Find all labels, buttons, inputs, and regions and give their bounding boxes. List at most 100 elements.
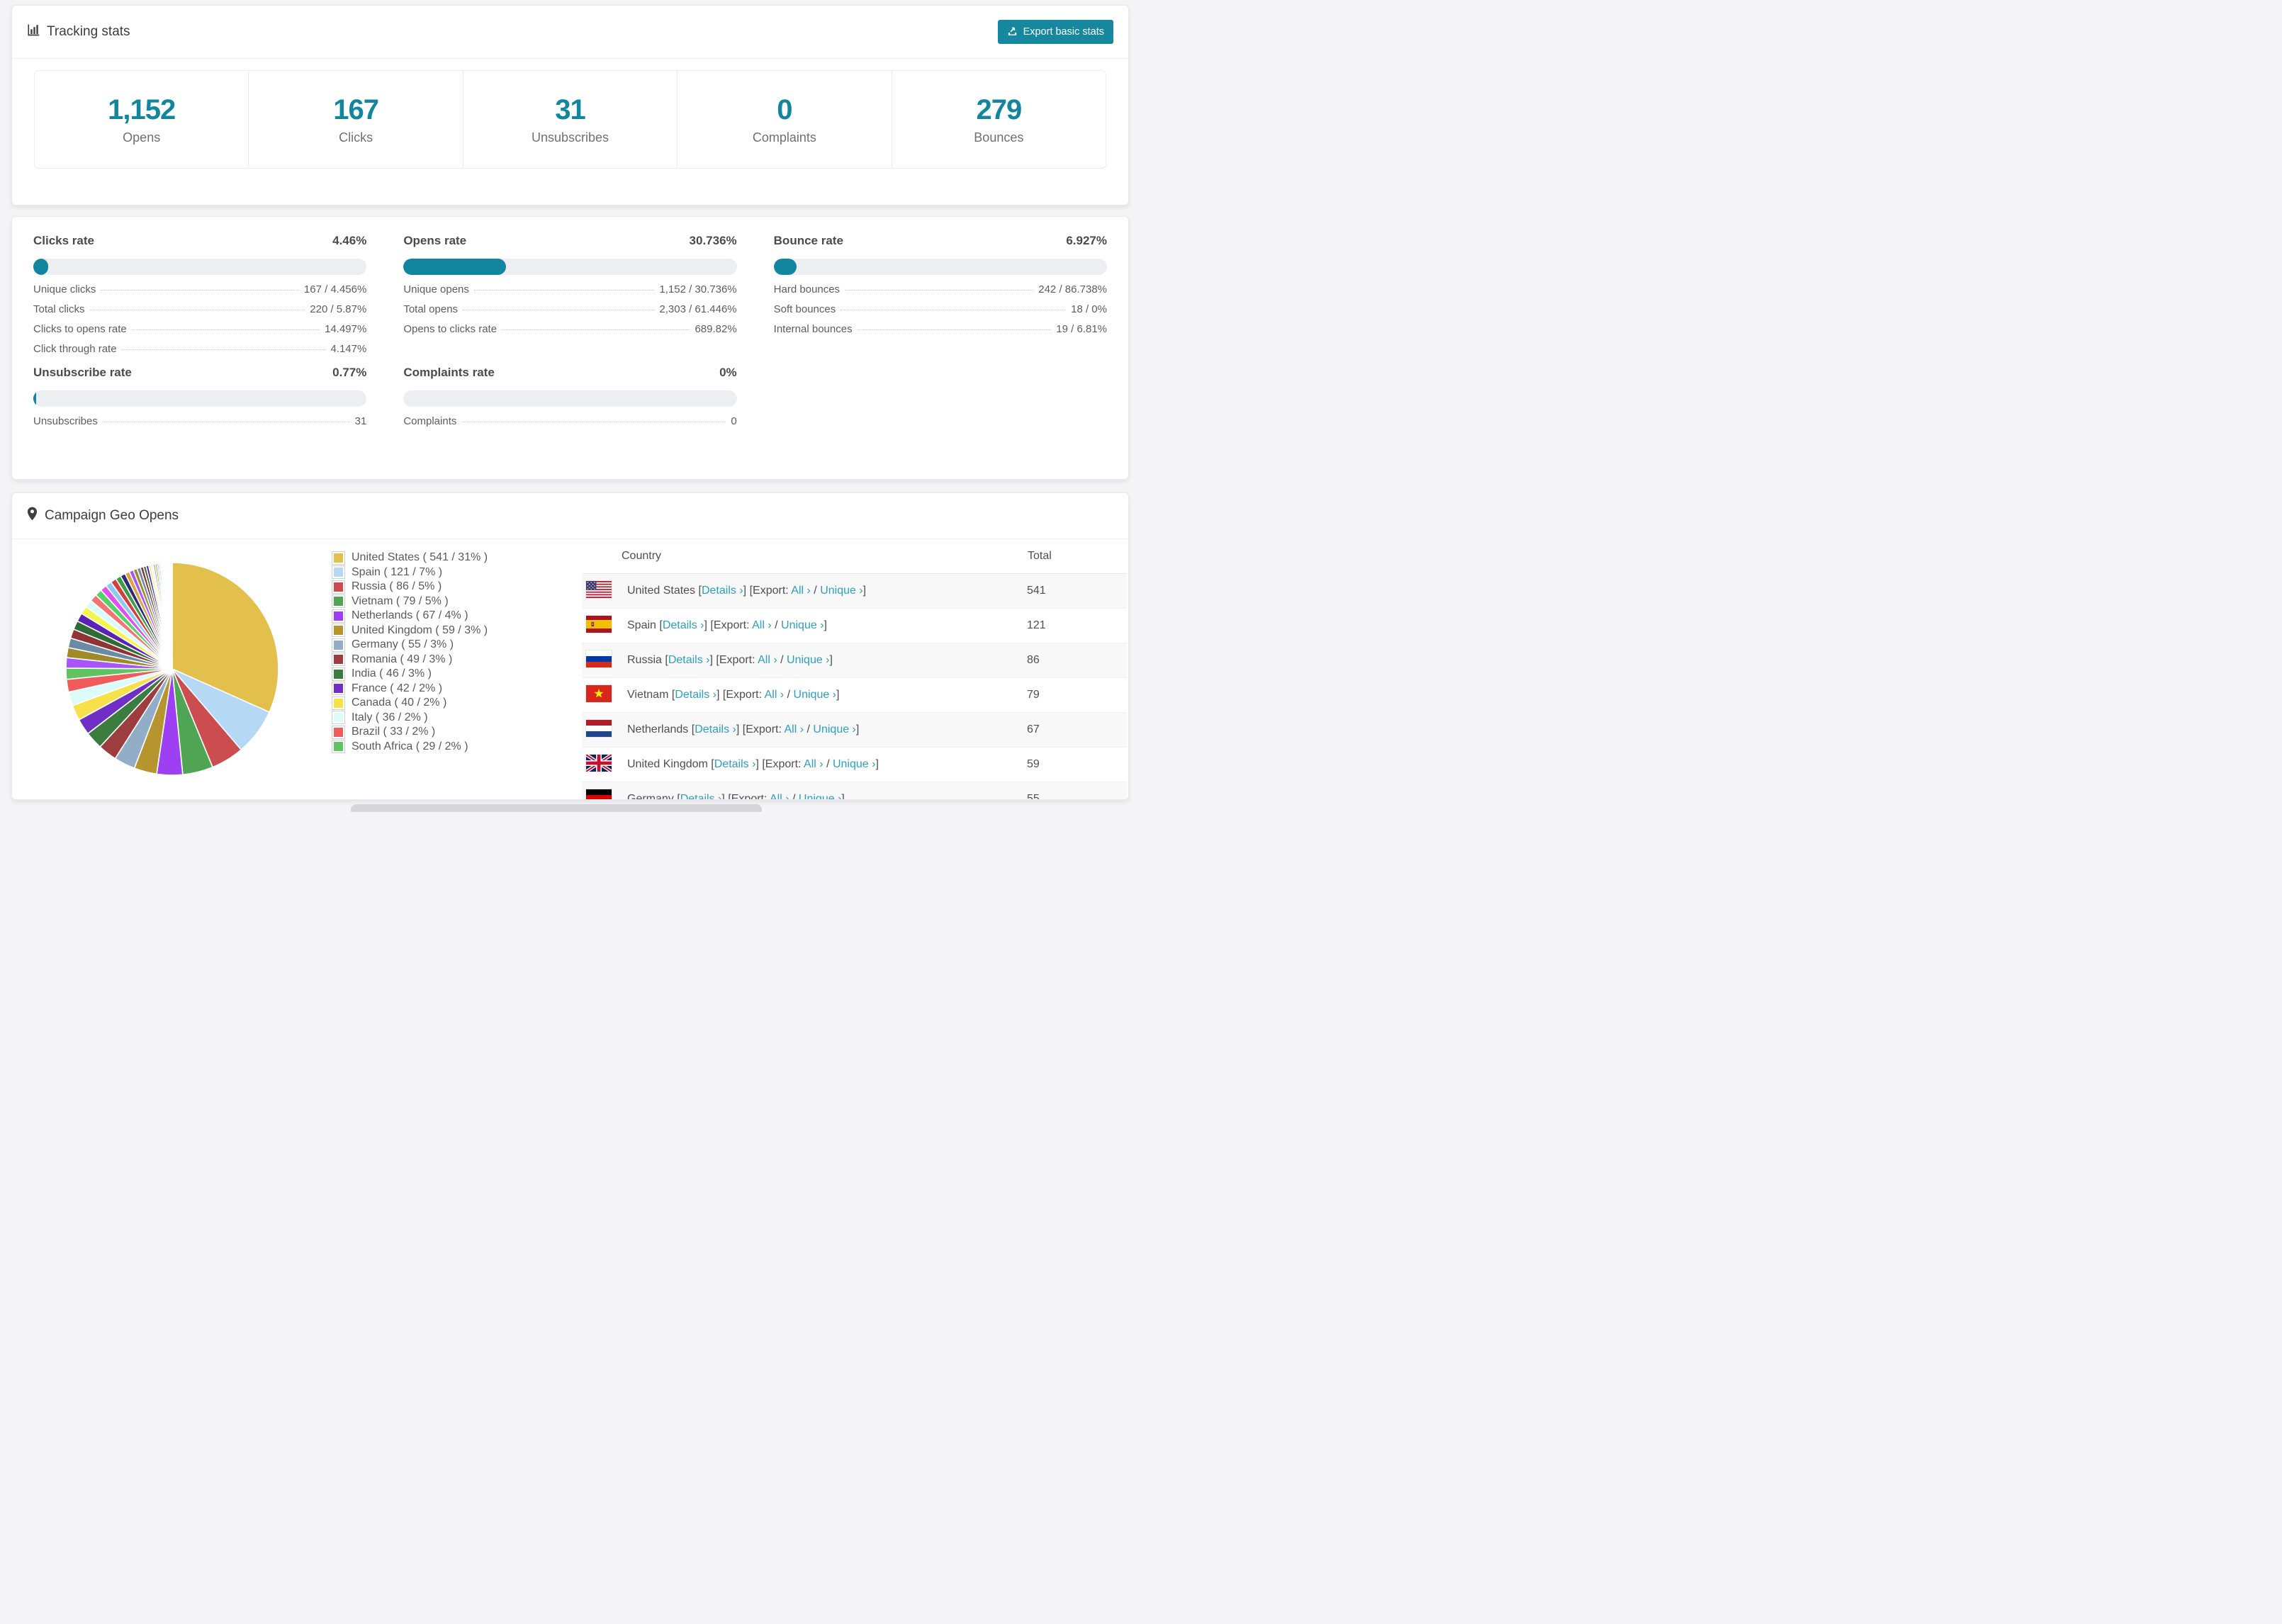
stat-row-value: 18 / 0%: [1071, 303, 1107, 315]
legend-swatch: [332, 696, 345, 710]
country-flag-icon: [586, 719, 612, 737]
rate-value: 0%: [719, 366, 737, 379]
stat-row-label: Total opens: [403, 303, 459, 315]
stat-box: 167 Clicks: [249, 71, 463, 168]
geo-pie-chart[interactable]: [58, 555, 286, 783]
details-link[interactable]: Details ›: [663, 619, 704, 631]
bracket: ]: [721, 793, 725, 800]
export-unique-link[interactable]: Unique ›: [787, 654, 829, 666]
export-unique-link[interactable]: Unique ›: [799, 793, 841, 799]
export-all-link[interactable]: All ›: [804, 758, 824, 770]
legend-label: Brazil ( 33 / 2% ): [352, 726, 436, 738]
stat-row: Total opens 2,303 / 61.446%: [403, 303, 736, 316]
export-unique-link[interactable]: Unique ›: [820, 585, 862, 597]
legend-item: France ( 42 / 2% ): [332, 682, 540, 697]
bracket: ]: [743, 585, 747, 597]
bracket: ]: [824, 619, 827, 631]
dotted-leader: [121, 349, 326, 350]
legend-item: Canada ( 40 / 2% ): [332, 696, 540, 711]
summary-stats-strip: 1,152 Opens 167 Clicks 31 Unsubscribes 0…: [34, 70, 1106, 169]
stat-row-value: 14.497%: [325, 323, 367, 335]
complaints-rate-section: Complaints rate 0% Complaints 0: [403, 366, 737, 428]
legend-swatch: [332, 711, 345, 725]
clicks-rate-progress-bar: [33, 259, 367, 275]
legend-label: United States ( 541 / 31% ): [352, 551, 488, 564]
export-all-link[interactable]: All ›: [758, 654, 777, 666]
stat-label: Opens: [123, 130, 161, 145]
country-total: 541: [1027, 585, 1046, 597]
bracket: ]: [704, 619, 707, 631]
export-unique-link[interactable]: Unique ›: [833, 758, 875, 770]
stat-row-label: Unique opens: [403, 283, 469, 295]
stat-box: 0 Complaints: [678, 71, 892, 168]
stat-value: 167: [333, 94, 379, 125]
stat-row-label: Click through rate: [33, 343, 117, 355]
export-all-link[interactable]: All ›: [765, 689, 785, 701]
legend-item: Romania ( 49 / 3% ): [332, 653, 540, 667]
legend-label: Italy ( 36 / 2% ): [352, 711, 428, 723]
country-row: Vietnam [Details ›] [Export: All › / Uni…: [582, 678, 1127, 713]
export-basic-stats-button[interactable]: Export basic stats: [997, 20, 1113, 44]
dotted-leader: [845, 290, 1034, 291]
map-pin-icon: [27, 507, 38, 525]
legend-label: Germany ( 55 / 3% ): [352, 638, 454, 651]
legend-label: India ( 46 / 3% ): [352, 667, 432, 680]
legend-swatch: [332, 609, 345, 623]
country-name: Germany: [627, 793, 674, 800]
details-link[interactable]: Details ›: [695, 723, 736, 735]
stat-row-label: Hard bounces: [773, 283, 841, 295]
export-unique-link[interactable]: Unique ›: [794, 689, 836, 701]
stat-row: Soft bounces 18 / 0%: [774, 303, 1107, 316]
stat-row-label: Internal bounces: [773, 323, 853, 335]
stat-value: 0: [777, 94, 792, 125]
details-link[interactable]: Details ›: [702, 585, 743, 597]
stat-row: Unique opens 1,152 / 30.736%: [403, 283, 736, 296]
slash: /: [780, 654, 784, 666]
export-unique-link[interactable]: Unique ›: [781, 619, 824, 631]
legend-label: Romania ( 49 / 3% ): [352, 653, 453, 665]
stat-box: 31 Unsubscribes: [463, 71, 678, 168]
country-name: United Kingdom: [627, 758, 708, 770]
country-column-header: Country: [582, 539, 1027, 574]
country-name: United States: [627, 585, 696, 597]
legend-swatch: [332, 725, 345, 739]
stat-row-label: Opens to clicks rate: [403, 323, 498, 335]
bracket: ]: [862, 585, 867, 597]
details-link[interactable]: Details ›: [680, 793, 722, 799]
legend-swatch: [332, 624, 345, 638]
bracket: ]: [736, 723, 740, 735]
country-row: Netherlands [Details ›] [Export: All › /…: [582, 712, 1127, 748]
unsubscribe-rate-section: Unsubscribe rate 0.77% Unsubscribes 31: [33, 366, 367, 428]
legend-label: South Africa ( 29 / 2% ): [352, 740, 468, 752]
opens-rate-section: Opens rate 30.736% Unique opens 1,152 / …: [403, 234, 737, 356]
details-link[interactable]: Details ›: [675, 689, 716, 701]
legend-label: Netherlands ( 67 / 4% ): [352, 609, 468, 622]
legend-item: United Kingdom ( 59 / 3% ): [332, 624, 540, 638]
stat-row-value: 1,152 / 30.736%: [659, 283, 737, 295]
export-all-link[interactable]: All ›: [784, 723, 804, 735]
dotted-leader: [473, 290, 655, 291]
stat-row: Complaints 0: [403, 415, 736, 428]
export-all-link[interactable]: All ›: [770, 793, 789, 799]
stat-value: 31: [555, 94, 585, 125]
export-all-link[interactable]: All ›: [752, 619, 772, 631]
stat-label: Clicks: [339, 130, 373, 145]
export-label: Export:: [726, 689, 763, 701]
horizontal-scrollbar-thumb[interactable]: [351, 804, 762, 812]
legend-swatch: [332, 580, 345, 594]
legend-label: Canada ( 40 / 2% ): [352, 697, 447, 709]
details-link[interactable]: Details ›: [714, 758, 756, 770]
stat-row-label: Clicks to opens rate: [33, 323, 127, 335]
export-unique-link[interactable]: Unique ›: [813, 723, 855, 735]
rate-value: 6.927%: [1066, 234, 1107, 247]
geo-opens-header: Campaign Geo Opens: [12, 493, 1128, 539]
stat-row: Total clicks 220 / 5.87%: [33, 303, 366, 316]
export-all-link[interactable]: All ›: [791, 585, 811, 597]
bracket: ]: [709, 654, 713, 666]
stat-row-label: Total clicks: [33, 303, 85, 315]
legend-swatch: [332, 667, 345, 681]
bracket: ]: [875, 758, 879, 770]
dotted-leader: [131, 329, 320, 330]
details-link[interactable]: Details ›: [668, 654, 710, 666]
stat-row-value: 242 / 86.738%: [1038, 283, 1107, 295]
